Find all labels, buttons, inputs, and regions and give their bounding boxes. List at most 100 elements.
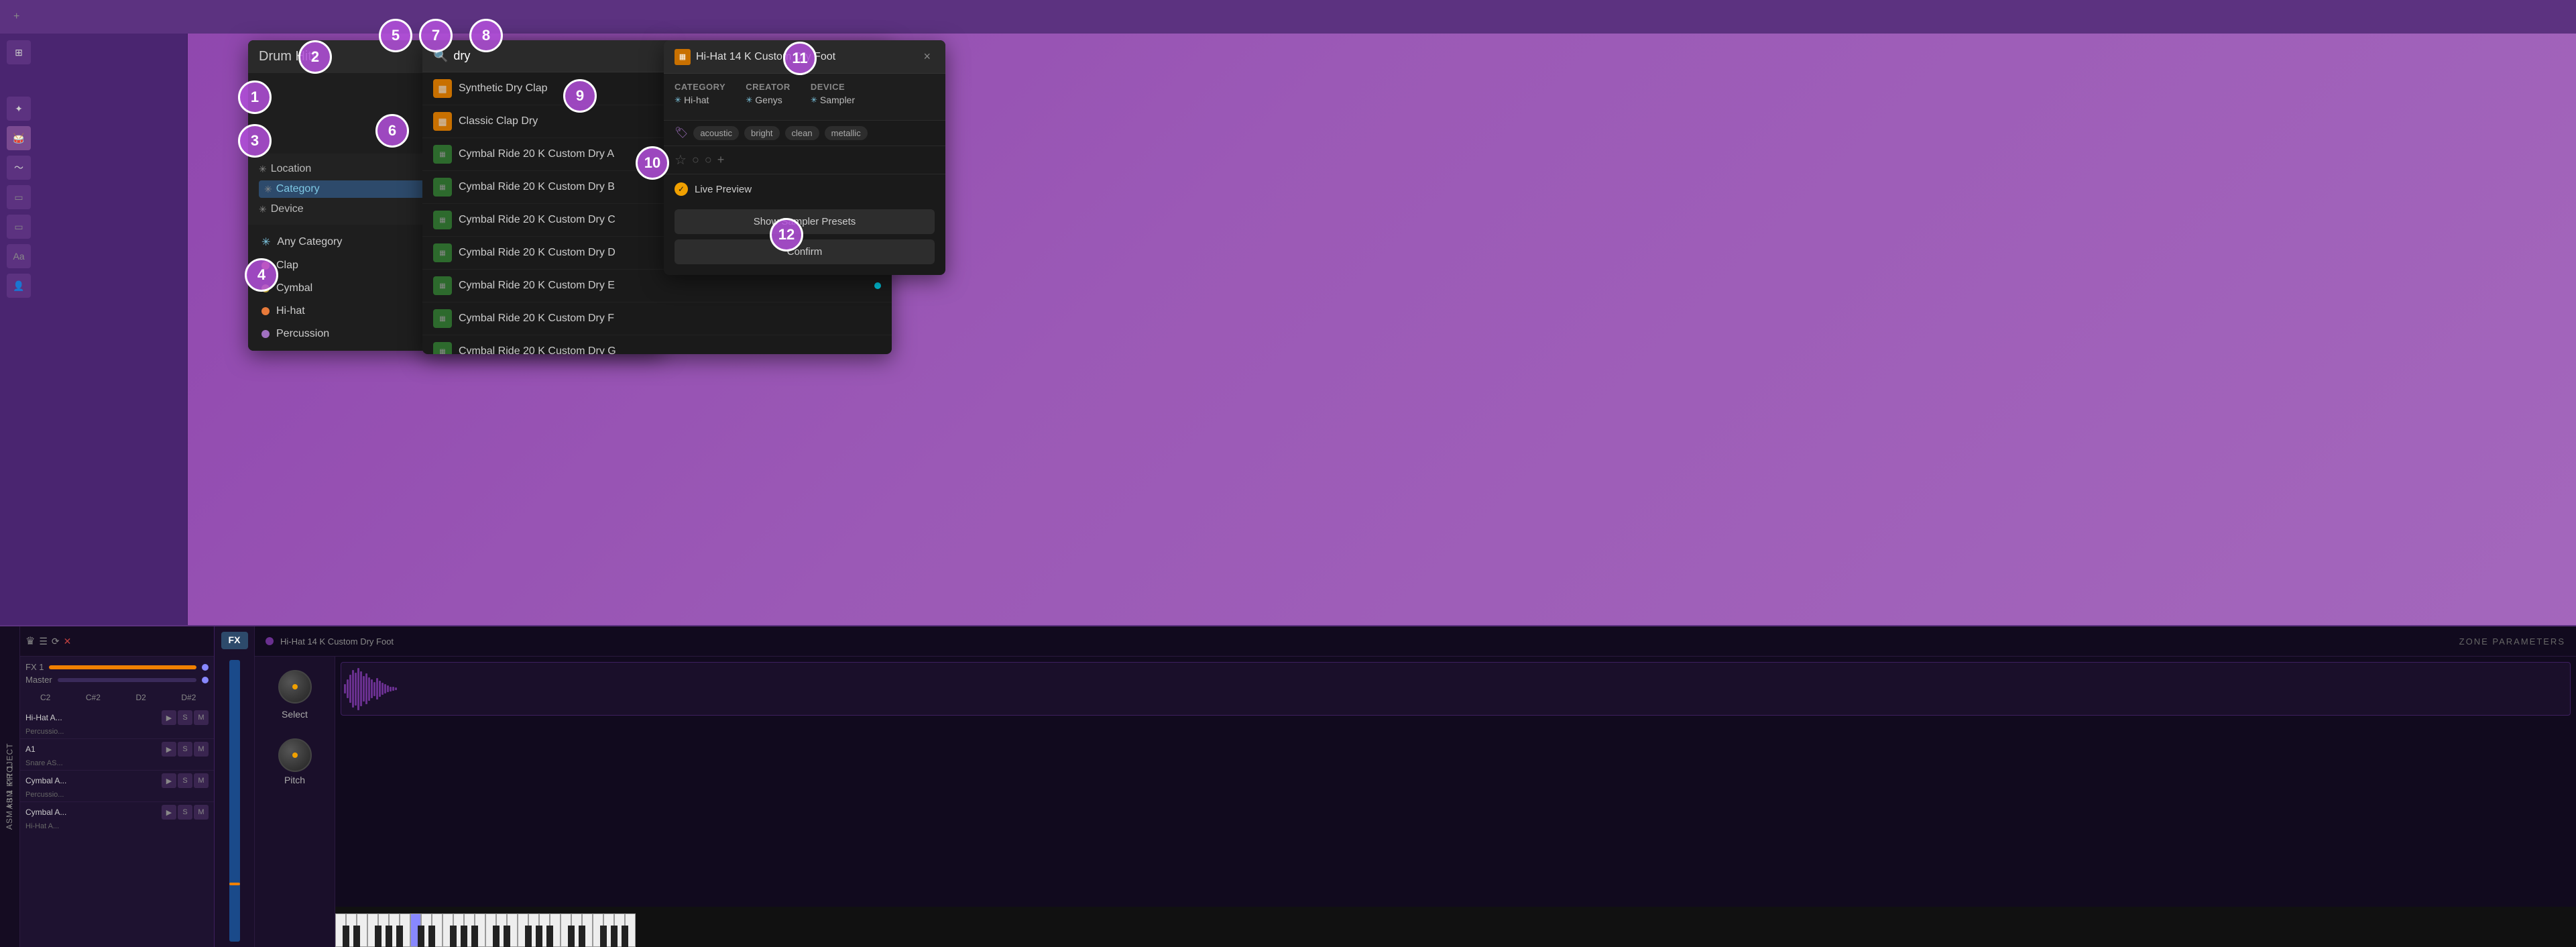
note-cs2: C#2 — [70, 693, 115, 702]
track-2-s[interactable]: S — [178, 742, 192, 757]
track-3-m[interactable]: M — [194, 773, 209, 788]
key-ds4[interactable] — [579, 926, 585, 947]
tag-clean[interactable]: clean — [785, 126, 819, 140]
result-cymbal-ride-g[interactable]: ▦ Cymbal Ride 20 K Custom Dry G — [422, 335, 892, 354]
rating-circle-2[interactable]: ○ — [705, 153, 712, 167]
meta-col-category: Category ✳ Hi-hat — [675, 82, 725, 105]
track-1-s[interactable]: S — [178, 710, 192, 725]
result-icon-clap: ▦ — [433, 79, 452, 98]
zone-color-dot — [266, 637, 274, 645]
wbar-3 — [349, 675, 351, 703]
show-sampler-presets-button[interactable]: Show Sampler Presets — [675, 209, 935, 234]
sidebar-icon-star[interactable]: ✦ — [7, 97, 31, 121]
track-2-m[interactable]: M — [194, 742, 209, 757]
result-cymbal-ride-f[interactable]: ▦ Cymbal Ride 20 K Custom Dry F — [422, 302, 892, 335]
pitch-knob-wrap: Pitch — [278, 738, 312, 785]
track-2-sub: Snare AS... — [25, 759, 209, 767]
select-knob-inner — [292, 684, 298, 689]
fader-position — [229, 883, 240, 885]
wbar-2 — [347, 679, 349, 698]
zone-params-area: Hi-Hat 14 K Custom Dry Foot ZONE PARAMET… — [255, 626, 2576, 947]
master-slider[interactable] — [58, 678, 196, 682]
sidebar-icon-grid[interactable]: ⊞ — [7, 40, 31, 64]
loop-icon: ⟳ — [52, 636, 60, 647]
wbar-1 — [344, 684, 346, 693]
wbar-8 — [363, 676, 365, 702]
track-3-play[interactable]: ▶ — [162, 773, 176, 788]
wbar-6 — [357, 668, 359, 710]
clap-label: Clap — [276, 260, 298, 272]
top-bar: + — [0, 0, 2576, 34]
key-gs[interactable] — [386, 926, 392, 947]
search-icon: 🔍 — [433, 49, 448, 63]
note-c2: C2 — [23, 693, 68, 702]
track-4-s[interactable]: S — [178, 805, 192, 820]
tag-bright[interactable]: bright — [744, 126, 780, 140]
rating-plus[interactable]: + — [717, 153, 725, 167]
live-preview-label: Live Preview — [695, 184, 752, 195]
key-cs[interactable] — [343, 926, 349, 947]
sidebar-icon-wave[interactable]: 〜 — [7, 156, 31, 180]
track-2-play[interactable]: ▶ — [162, 742, 176, 757]
result-icon-ride-b: ▦ — [433, 178, 452, 197]
result-label-ride-d: Cymbal Ride 20 K Custom Dry D — [459, 247, 616, 259]
key-ds2[interactable] — [428, 926, 435, 947]
detail-title: Hi-Hat 14 K Custom Dry Foot — [696, 51, 914, 63]
key-as3[interactable] — [546, 926, 553, 947]
key-gs4[interactable] — [611, 926, 618, 947]
master-label: Master — [25, 675, 52, 685]
track-row-4: Cymbal A... ▶ S M — [25, 805, 209, 820]
key-fs3[interactable] — [525, 926, 532, 947]
key-fs2[interactable] — [450, 926, 457, 947]
tag-metallic[interactable]: metallic — [825, 126, 868, 140]
wbar-7 — [360, 671, 362, 707]
rating-star[interactable]: ☆ — [675, 152, 687, 168]
key-cs2[interactable] — [418, 926, 424, 947]
category-value: Hi-hat — [684, 95, 709, 105]
fx1-dot — [202, 664, 209, 671]
confirm-button[interactable]: Confirm — [675, 239, 935, 264]
track-1-m[interactable]: M — [194, 710, 209, 725]
sidebar-icon-person[interactable]: 👤 — [7, 274, 31, 298]
key-cs4[interactable] — [568, 926, 575, 947]
sidebar-icon-photo2[interactable]: ▭ — [7, 215, 31, 239]
meta-row: Category ✳ Hi-hat Creator ✳ Genys Device… — [675, 82, 935, 105]
key-gs2[interactable] — [461, 926, 467, 947]
result-icon-ride-e: ▦ — [433, 276, 452, 295]
waveform-bars — [341, 663, 2570, 715]
wbar-14 — [379, 681, 381, 698]
select-knob[interactable] — [278, 670, 312, 704]
track-4-m[interactable]: M — [194, 805, 209, 820]
key-ds[interactable] — [353, 926, 360, 947]
key-as2[interactable] — [471, 926, 478, 947]
rating-row: ☆ ○ ○ + — [664, 146, 945, 174]
key-fs4[interactable] — [600, 926, 607, 947]
fx-button[interactable]: FX — [221, 632, 248, 649]
zone-params-label: ZONE PARAMETERS — [2459, 636, 2565, 647]
result-icon-ride-a: ▦ — [433, 145, 452, 164]
key-ds3[interactable] — [504, 926, 510, 947]
fx1-slider[interactable] — [49, 665, 196, 669]
key-as[interactable] — [396, 926, 403, 947]
key-cs3[interactable] — [493, 926, 500, 947]
tag-acoustic[interactable]: acoustic — [693, 126, 739, 140]
track-1-name: Hi-Hat A... — [25, 713, 62, 722]
track-4-play[interactable]: ▶ — [162, 805, 176, 820]
track-4-name: Cymbal A... — [25, 807, 66, 817]
result-icon-ride-f: ▦ — [433, 309, 452, 328]
piano-keyboard[interactable] — [335, 907, 2576, 947]
result-dot-e — [874, 282, 881, 289]
sidebar-icon-drum[interactable]: 🥁 — [7, 126, 31, 150]
key-as4[interactable] — [622, 926, 628, 947]
track-1-play[interactable]: ▶ — [162, 710, 176, 725]
key-gs3[interactable] — [536, 926, 542, 947]
detail-close-button[interactable]: × — [919, 48, 935, 65]
volume-fader[interactable] — [229, 660, 240, 942]
sidebar-icon-text[interactable]: Aa — [7, 244, 31, 268]
track-3-s[interactable]: S — [178, 773, 192, 788]
sidebar-icon-photo[interactable]: ▭ — [7, 185, 31, 209]
meta-col-creator: Creator ✳ Genys — [746, 82, 791, 105]
pitch-knob[interactable] — [278, 738, 312, 772]
rating-circle-1[interactable]: ○ — [692, 153, 699, 167]
key-fs[interactable] — [375, 926, 382, 947]
